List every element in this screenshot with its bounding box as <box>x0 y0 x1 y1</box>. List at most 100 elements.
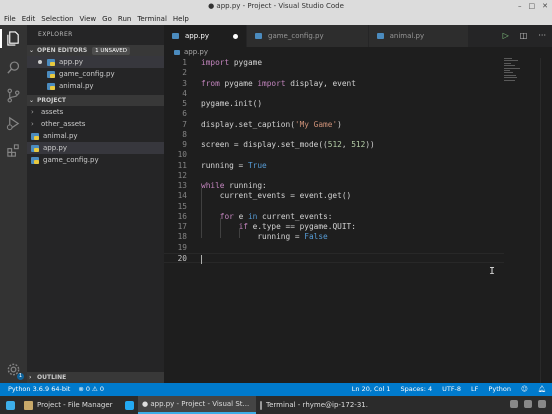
code-line[interactable]: 19 <box>164 243 504 253</box>
menu-go[interactable]: Go <box>102 13 112 25</box>
code-line[interactable]: 4 <box>164 89 504 99</box>
bell-icon[interactable]: 🔔︎ <box>538 383 546 396</box>
open-editors-section[interactable]: ⌄ OPEN EDITORS 1 UNSAVED <box>27 45 164 56</box>
code-line[interactable]: 14 current_events = event.get() <box>164 191 504 201</box>
code-line[interactable]: 2 <box>164 68 504 78</box>
file-animal[interactable]: animal.py <box>27 130 164 142</box>
activity-bar: 1 <box>0 25 27 383</box>
run-debug-icon[interactable] <box>4 114 23 133</box>
taskbar-vscode[interactable]: ● app.py - Project - Visual St... <box>138 396 256 414</box>
project-section[interactable]: ⌄ PROJECT <box>27 95 164 106</box>
code-line[interactable]: 1 import pygame <box>164 58 504 68</box>
end-of-line[interactable]: LF <box>471 383 478 396</box>
app-menu-icon[interactable] <box>0 396 20 414</box>
outline-section[interactable]: › OUTLINE <box>27 372 164 383</box>
taskbar-terminal[interactable]: Terminal - rhyme@ip-172-31... <box>256 396 368 414</box>
code-text: current_events = event.get() <box>201 191 352 201</box>
feedback-icon[interactable]: ☺ <box>521 383 528 396</box>
line-number: 18 <box>177 232 187 242</box>
line-number: 8 <box>182 129 187 139</box>
code-line[interactable]: 13 while running: <box>164 181 504 191</box>
open-editor-label: app.py <box>59 58 83 66</box>
code-line[interactable]: 7 display.set_caption('My Game') <box>164 120 504 130</box>
chevron-right-icon: › <box>29 374 32 381</box>
code-line[interactable]: 16 for e in current_events: <box>164 212 504 222</box>
code-line[interactable]: 11 running = True <box>164 161 504 171</box>
line-number: 20 <box>177 253 187 263</box>
open-editor-animal[interactable]: animal.py <box>27 80 164 92</box>
vertical-scrollbar[interactable] <box>540 58 552 383</box>
code-line[interactable]: 6 <box>164 109 504 119</box>
file-app[interactable]: app.py <box>27 142 164 154</box>
search-icon[interactable] <box>4 58 23 77</box>
text-cursor <box>201 254 202 264</box>
battery-icon[interactable] <box>538 400 546 408</box>
chevron-down-icon: ⌄ <box>29 47 35 54</box>
menu-file[interactable]: File <box>4 13 16 25</box>
menu-selection[interactable]: Selection <box>41 13 73 25</box>
code-line[interactable]: 5 pygame.init() <box>164 99 504 109</box>
minimize-button[interactable]: – <box>518 2 522 10</box>
code-line[interactable]: 18 running = False <box>164 232 504 242</box>
breadcrumb[interactable]: app.py <box>164 47 552 58</box>
mouse-ibeam-cursor: I <box>489 266 496 277</box>
line-number: 4 <box>182 88 187 98</box>
language-mode[interactable]: Python <box>488 383 511 396</box>
split-editor-icon[interactable]: ◫ <box>520 31 528 40</box>
code-line[interactable]: 12 <box>164 171 504 181</box>
terminal-icon <box>260 400 262 410</box>
run-icon[interactable]: ▷ <box>503 31 509 40</box>
extensions-icon[interactable] <box>4 141 23 160</box>
problems-count[interactable]: ⊗ 0 ⚠ 0 <box>78 383 104 396</box>
menu-view[interactable]: View <box>80 13 97 25</box>
maximize-button[interactable]: □ <box>529 2 536 10</box>
tab-game-config[interactable]: game_config.py <box>247 25 369 47</box>
open-editor-app[interactable]: app.py <box>27 56 164 68</box>
taskbar-file-manager[interactable]: Project - File Manager <box>20 396 120 414</box>
open-editor-game-config[interactable]: game_config.py <box>27 68 164 80</box>
chevron-down-icon: ⌄ <box>29 97 35 104</box>
menu-terminal[interactable]: Terminal <box>137 13 167 25</box>
python-file-icon <box>47 70 55 78</box>
unsaved-dot-icon[interactable] <box>233 33 238 39</box>
cursor-position[interactable]: Ln 20, Col 1 <box>352 383 391 396</box>
volume-icon[interactable] <box>524 400 532 408</box>
encoding[interactable]: UTF-8 <box>442 383 461 396</box>
folder-assets[interactable]: › assets <box>27 106 164 118</box>
folder-icon <box>24 400 33 410</box>
gear-icon[interactable]: 1 <box>4 360 24 380</box>
tab-animal[interactable]: animal.py <box>368 25 470 47</box>
code-line[interactable]: 17 if e.type == pygame.QUIT: <box>164 222 504 232</box>
line-number: 16 <box>177 211 187 221</box>
more-icon[interactable]: ··· <box>538 31 546 40</box>
title-bar: ● app.py - Project - Visual Studio Code … <box>0 0 552 13</box>
taskbar: Project - File Manager ● app.py - Projec… <box>0 396 552 414</box>
code-line[interactable]: 20 <box>164 252 504 264</box>
minimap[interactable] <box>504 58 524 88</box>
unsaved-dot-icon <box>38 60 42 64</box>
menu-run[interactable]: Run <box>118 13 131 25</box>
close-button[interactable]: ✕ <box>542 2 548 10</box>
line-number: 12 <box>177 170 187 180</box>
code-line[interactable]: 8 <box>164 130 504 140</box>
folder-other-assets[interactable]: › other_assets <box>27 118 164 130</box>
source-control-icon[interactable] <box>4 86 23 105</box>
line-number: 6 <box>182 109 187 119</box>
vscode-icon[interactable] <box>120 396 138 414</box>
python-interpreter[interactable]: Python 3.6.9 64-bit <box>8 383 70 396</box>
python-file-icon <box>47 58 55 66</box>
line-number: 14 <box>177 191 187 201</box>
file-game-config[interactable]: game_config.py <box>27 154 164 166</box>
tab-app[interactable]: app.py <box>164 25 247 47</box>
code-line[interactable]: 15 <box>164 202 504 212</box>
menu-help[interactable]: Help <box>173 13 189 25</box>
menu-edit[interactable]: Edit <box>22 13 36 25</box>
code-line[interactable]: 3 from pygame import display, event <box>164 79 504 89</box>
code-editor[interactable]: 1 import pygame 2 3 from pygame import displ… <box>164 58 552 383</box>
network-icon[interactable] <box>510 400 518 408</box>
code-line[interactable]: 10 <box>164 150 504 160</box>
code-text: from pygame import display, event <box>201 78 356 88</box>
indentation[interactable]: Spaces: 4 <box>401 383 433 396</box>
files-icon[interactable] <box>0 29 23 48</box>
code-line[interactable]: 9 screen = display.set_mode((512, 512)) <box>164 140 504 150</box>
